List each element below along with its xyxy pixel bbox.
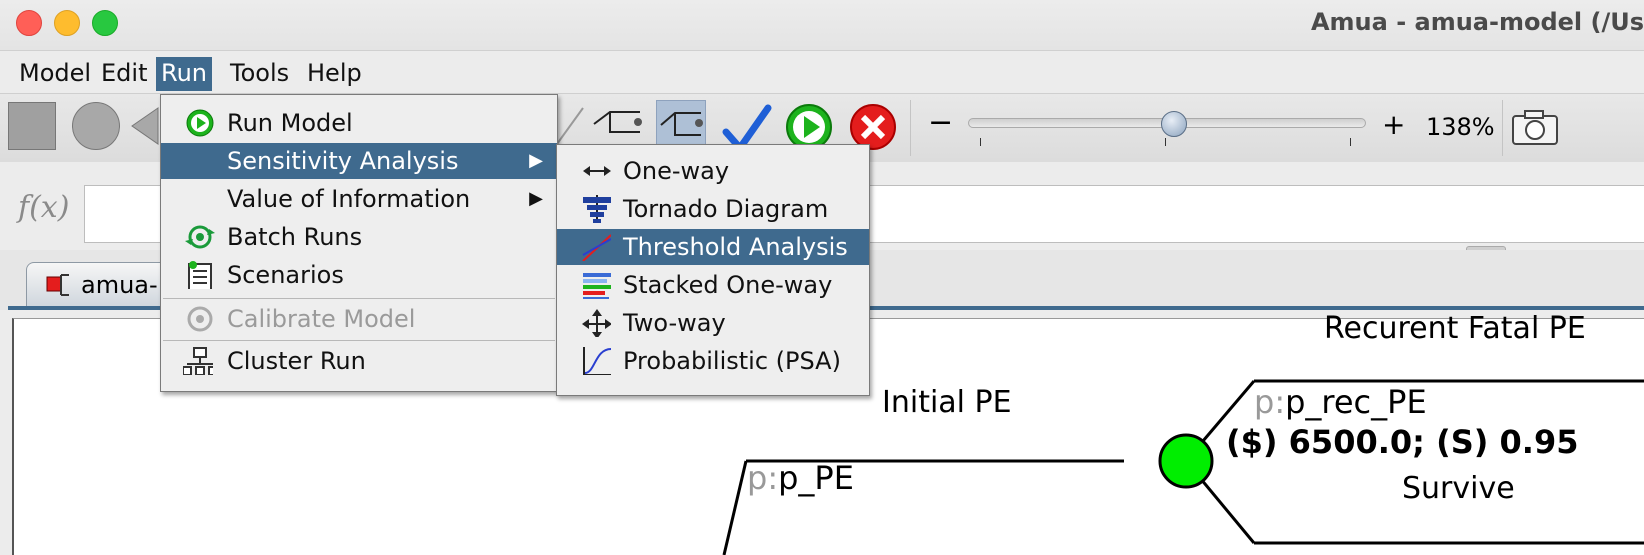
line-tool-icon[interactable] — [555, 104, 585, 148]
terminal-node-tool-icon[interactable] — [130, 104, 160, 148]
double-arrow-icon — [583, 166, 611, 176]
menu-item-stacked-one-way[interactable]: Stacked One-way — [557, 267, 869, 303]
menu-item-sensitivity-analysis[interactable]: Sensitivity Analysis ▶ — [161, 143, 557, 179]
decision-node-tool-icon[interactable] — [8, 102, 56, 150]
tornado-icon — [583, 195, 611, 223]
menu-item-tornado-diagram[interactable]: Tornado Diagram — [557, 191, 869, 227]
stacked-bars-icon — [583, 273, 611, 299]
title-bar: Amua - amua-model (/Us — [0, 0, 1644, 51]
menu-item-one-way[interactable]: One-way — [557, 153, 869, 189]
node-prob-recurent-fatal-pe[interactable]: p:p_rec_PE — [1254, 383, 1427, 421]
s-curve-icon — [583, 347, 611, 375]
minimize-window-button[interactable] — [54, 10, 80, 36]
window-title: Amua - amua-model (/Us — [1310, 8, 1644, 36]
menu-bar: Model Edit Run Tools Help — [0, 51, 1644, 93]
tab-amua-model[interactable]: amua- — [26, 262, 178, 307]
tab-label: amua- — [81, 271, 158, 299]
submenu-arrow-icon: ▶ — [529, 188, 543, 209]
node-label-survive[interactable]: Survive — [1402, 471, 1515, 506]
node-payoff[interactable]: ($) 6500.0; (S) 0.95 — [1226, 423, 1578, 461]
fx-label: f(x) — [18, 190, 70, 225]
close-window-button[interactable] — [16, 10, 42, 36]
zoom-window-button[interactable] — [92, 10, 118, 36]
menu-run[interactable]: Run — [156, 57, 212, 91]
zoom-in-button[interactable]: + — [1382, 110, 1405, 140]
node-label-initial-pe[interactable]: Initial PE — [882, 385, 1012, 420]
menu-tools[interactable]: Tools — [225, 57, 294, 91]
run-menu-dropdown: Run Model Sensitivity Analysis ▶ Value o… — [160, 94, 558, 392]
menu-item-probabilistic-psa[interactable]: Probabilistic (PSA) — [557, 343, 869, 379]
menu-item-calibrate-model: Calibrate Model — [161, 301, 557, 337]
decision-tree-icon — [46, 274, 69, 296]
zoom-level: 138% — [1426, 113, 1495, 141]
menu-item-batch-runs[interactable]: Batch Runs — [161, 219, 557, 255]
chance-node[interactable] — [1158, 433, 1214, 489]
branch-tool-icon[interactable] — [590, 102, 646, 148]
menu-item-threshold-analysis[interactable]: Threshold Analysis — [557, 229, 869, 265]
menu-help[interactable]: Help — [302, 57, 367, 91]
menu-edit[interactable]: Edit — [96, 57, 152, 91]
cluster-icon — [183, 347, 213, 375]
zoom-slider-thumb[interactable] — [1161, 111, 1187, 137]
threshold-icon — [582, 234, 611, 261]
zoom-out-button[interactable]: − — [928, 108, 953, 138]
node-label-recurent-fatal-pe[interactable]: Recurent Fatal PE — [1324, 311, 1586, 346]
node-prob-initial-pe[interactable]: p:p_PE — [747, 459, 854, 497]
scenarios-icon — [188, 261, 212, 289]
move-arrows-icon — [582, 309, 611, 337]
camera-icon[interactable] — [1510, 108, 1560, 148]
play-icon — [186, 109, 214, 137]
menu-item-two-way[interactable]: Two-way — [557, 305, 869, 341]
menu-item-cluster-run[interactable]: Cluster Run — [161, 343, 557, 379]
menu-item-run-model[interactable]: Run Model — [161, 105, 557, 141]
menu-model[interactable]: Model — [14, 57, 96, 91]
batch-runs-icon — [185, 225, 215, 249]
chance-node-tool-icon[interactable] — [72, 102, 120, 150]
sensitivity-submenu: One-way Tornado Diagram Threshold Analys… — [556, 144, 870, 396]
menu-item-value-of-information[interactable]: Value of Information ▶ — [161, 181, 557, 217]
submenu-arrow-icon: ▶ — [529, 150, 543, 171]
calibrate-icon — [187, 306, 213, 332]
zoom-slider[interactable] — [968, 111, 1366, 146]
menu-item-scenarios[interactable]: Scenarios — [161, 257, 557, 293]
